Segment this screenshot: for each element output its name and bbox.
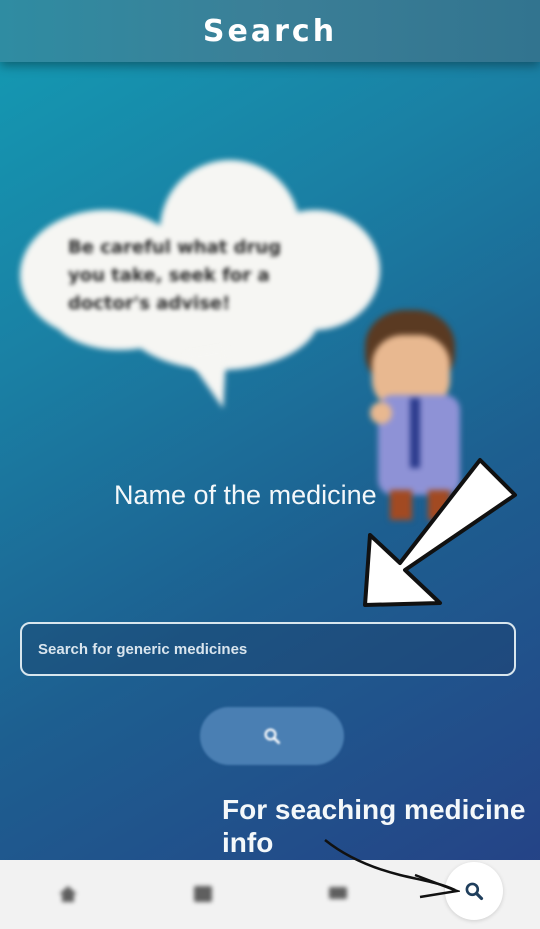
list-icon xyxy=(194,886,212,902)
annotation-arrow xyxy=(363,458,517,607)
search-icon xyxy=(465,882,484,901)
app-header: Search xyxy=(0,0,540,62)
name-annotation: Name of the medicine xyxy=(114,480,377,510)
nav-home[interactable] xyxy=(48,874,88,914)
home-icon xyxy=(59,886,77,902)
search-button[interactable] xyxy=(200,707,344,765)
page-title: Search xyxy=(202,13,338,49)
search-field[interactable] xyxy=(20,622,516,676)
nav-list[interactable] xyxy=(183,874,223,914)
speech-bubble-text: Be careful what drug you take, seek for … xyxy=(68,237,282,314)
annotation-curve-arrow xyxy=(324,839,460,899)
search-input[interactable] xyxy=(22,624,514,674)
search-icon xyxy=(264,728,281,745)
